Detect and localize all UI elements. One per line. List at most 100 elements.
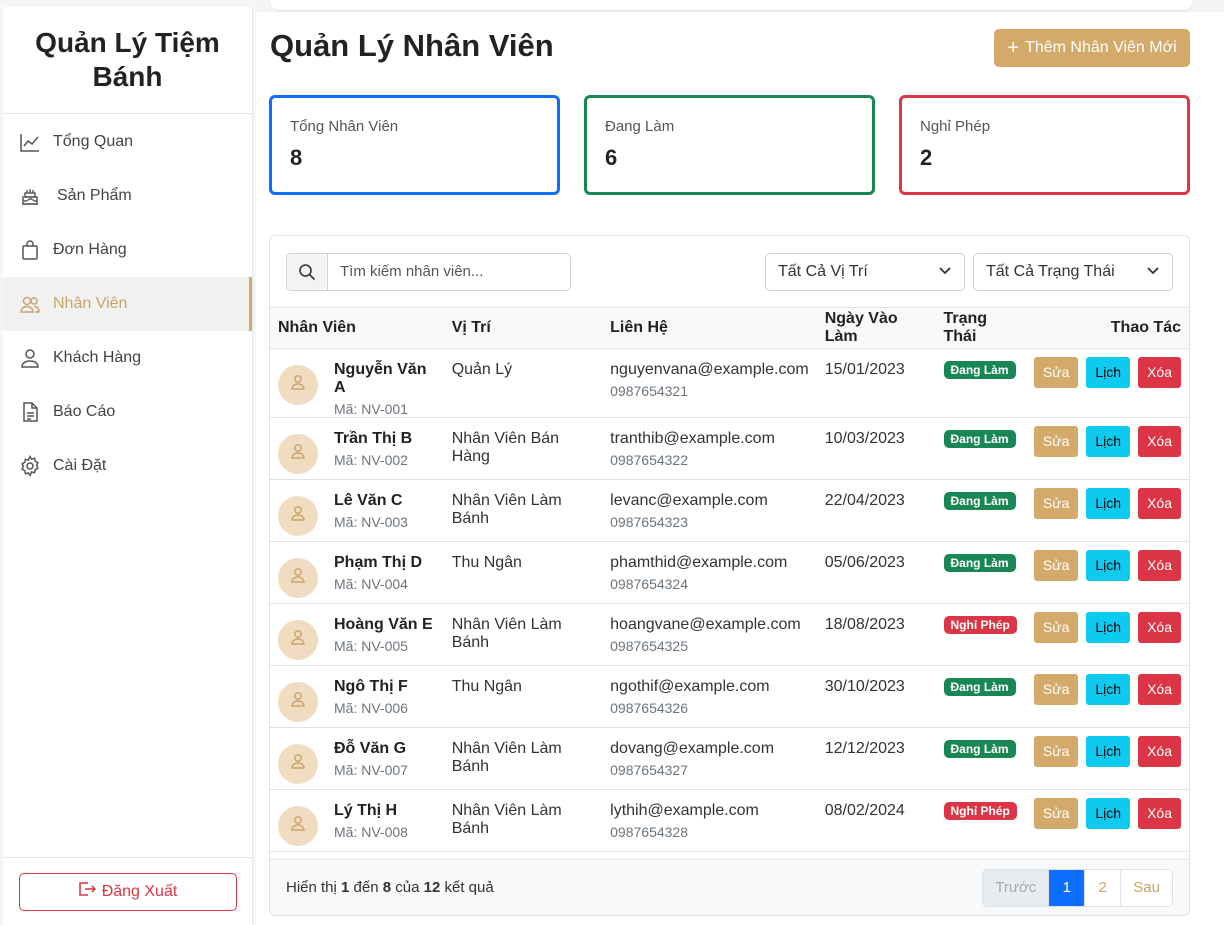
employee-text: Đỗ Văn G Mã: NV-007 <box>334 740 408 778</box>
summary-to-word: đến <box>353 879 379 896</box>
cell-employee: Phạm Thị D Mã: NV-004 <box>270 541 444 604</box>
stat-value: 2 <box>920 145 933 170</box>
document-icon <box>19 401 41 423</box>
select-value: Tất Cả Vị Trí <box>778 262 868 280</box>
schedule-button[interactable]: Lịch <box>1086 797 1131 829</box>
employee-code: Mã: NV-008 <box>334 823 408 840</box>
pager-page-1[interactable]: 1 <box>1049 869 1086 906</box>
status-filter-select[interactable]: Tất Cả Trạng Thái <box>973 252 1173 291</box>
cell-position: Nhân Viên Làm Bánh <box>443 479 603 542</box>
status-badge: Đang Làm <box>943 553 1016 572</box>
cell-start-date: 15/01/2023 <box>816 348 936 418</box>
sidebar-item-settings[interactable]: Cài Đặt <box>3 439 252 493</box>
top-bar <box>270 0 1192 10</box>
employee-code: Mã: NV-005 <box>334 637 408 654</box>
user-icon <box>289 814 307 837</box>
delete-button[interactable]: Xóa <box>1138 735 1181 767</box>
schedule-button[interactable]: Lịch <box>1086 611 1131 643</box>
pager-next[interactable]: Sau <box>1121 869 1172 906</box>
add-employee-button[interactable]: + Thêm Nhân Viên Mới <box>994 29 1190 67</box>
cell-contact: ngothif@example.com 0987654326 <box>602 665 817 728</box>
employee-email: phamthid@example.com <box>610 553 788 571</box>
col-status: Trạng Thái <box>935 308 1026 349</box>
result-summary: Hiển thị 1 đến 8 của 12 kết quả <box>286 879 494 896</box>
status-badge: Đang Làm <box>943 491 1016 510</box>
cell-employee: Lý Thị H Mã: NV-008 <box>270 789 444 852</box>
col-contact: Liên Hệ <box>602 308 817 349</box>
cell-employee: Lê Văn C Mã: NV-003 <box>270 479 444 542</box>
employee-phone: 0987654322 <box>610 451 689 468</box>
edit-button[interactable]: Sửa <box>1033 487 1079 519</box>
row-actions: Sửa Lịch Xóa <box>1033 797 1181 829</box>
edit-button[interactable]: Sửa <box>1033 356 1079 388</box>
delete-button[interactable]: Xóa <box>1138 487 1181 519</box>
schedule-button[interactable]: Lịch <box>1086 735 1131 767</box>
delete-button[interactable]: Xóa <box>1138 797 1181 829</box>
table-header-row: Nhân Viên Vị Trí Liên Hệ Ngày Vào Làm Tr… <box>270 308 1189 349</box>
edit-button[interactable]: Sửa <box>1033 425 1079 457</box>
sidebar-item-orders[interactable]: Đơn Hàng <box>3 223 252 277</box>
sidebar: Quản Lý Tiệm Bánh Tổng Quan Sản Phẩm Đơn… <box>3 7 253 925</box>
table-row: Ngô Thị F Mã: NV-006 Thu Ngân ngothif@ex… <box>270 665 1189 728</box>
employee-info: Ngô Thị F Mã: NV-006 <box>278 678 436 722</box>
add-employee-label: Thêm Nhân Viên Mới <box>1025 39 1177 56</box>
schedule-button[interactable]: Lịch <box>1086 673 1131 705</box>
delete-button[interactable]: Xóa <box>1138 611 1181 643</box>
page-title: Quản Lý Nhân Viên <box>270 28 554 63</box>
select-value: Tất Cả Trạng Thái <box>986 262 1115 280</box>
sidebar-item-label: Cài Đặt <box>53 457 107 474</box>
cell-actions: Sửa Lịch Xóa <box>1025 665 1189 728</box>
status-badge: Đang Làm <box>943 677 1016 696</box>
sidebar-item-employees[interactable]: Nhân Viên <box>3 277 252 331</box>
sidebar-item-products[interactable]: Sản Phẩm <box>3 169 252 223</box>
sidebar-item-overview[interactable]: Tổng Quan <box>3 115 252 169</box>
edit-button[interactable]: Sửa <box>1033 797 1079 829</box>
logout-label: Đăng Xuất <box>101 882 178 900</box>
cell-actions: Sửa Lịch Xóa <box>1025 417 1189 480</box>
pagination: Trước 1 2 Sau <box>982 868 1173 907</box>
sidebar-item-label: Tổng Quan <box>53 133 134 150</box>
edit-button[interactable]: Sửa <box>1033 611 1079 643</box>
employee-email: lythih@example.com <box>610 801 759 819</box>
employee-table-card: Tất Cả Vị Trí Tất Cả Trạng Thái Nhân Viê… <box>269 235 1190 916</box>
stat-card-total: Tổng Nhân Viên 8 <box>269 95 560 195</box>
edit-button[interactable]: Sửa <box>1033 673 1079 705</box>
employee-name: Phạm Thị D <box>334 553 423 571</box>
edit-button[interactable]: Sửa <box>1033 549 1079 581</box>
users-icon <box>19 293 41 315</box>
search-input[interactable] <box>328 253 570 290</box>
schedule-button[interactable]: Lịch <box>1086 425 1131 457</box>
schedule-button[interactable]: Lịch <box>1086 487 1131 519</box>
cell-status: Đang Làm <box>935 348 1026 418</box>
cell-status: Đang Làm <box>935 479 1026 542</box>
employee-email: tranthib@example.com <box>610 429 775 447</box>
employee-table: Nhân Viên Vị Trí Liên Hệ Ngày Vào Làm Tr… <box>270 308 1189 852</box>
pager-prev[interactable]: Trước <box>983 869 1050 906</box>
user-icon <box>289 442 307 465</box>
schedule-button[interactable]: Lịch <box>1086 549 1131 581</box>
status-badge: Nghỉ Phép <box>943 615 1017 634</box>
delete-button[interactable]: Xóa <box>1138 673 1181 705</box>
cell-contact: phamthid@example.com 0987654324 <box>602 541 817 604</box>
position-filter-select[interactable]: Tất Cả Vị Trí <box>765 252 965 291</box>
delete-button[interactable]: Xóa <box>1138 425 1181 457</box>
cell-employee: Đỗ Văn G Mã: NV-007 <box>270 727 444 790</box>
delete-button[interactable]: Xóa <box>1138 549 1181 581</box>
sidebar-item-reports[interactable]: Báo Cáo <box>3 385 252 439</box>
stat-value: 8 <box>290 145 303 170</box>
status-badge: Đang Làm <box>943 739 1016 758</box>
employee-code: Mã: NV-004 <box>334 575 408 592</box>
sidebar-item-customers[interactable]: Khách Hàng <box>3 331 252 385</box>
cell-contact: tranthib@example.com 0987654322 <box>602 417 817 480</box>
cell-status: Nghỉ Phép <box>935 789 1026 852</box>
avatar <box>278 619 318 660</box>
pager-page-2[interactable]: 2 <box>1085 869 1122 906</box>
schedule-button[interactable]: Lịch <box>1086 356 1131 388</box>
edit-button[interactable]: Sửa <box>1033 735 1079 767</box>
cell-start-date: 10/03/2023 <box>816 417 936 480</box>
logout-button[interactable]: Đăng Xuất <box>18 872 237 911</box>
avatar <box>278 681 318 722</box>
table-body: Nguyễn Văn A Mã: NV-001 Quản Lý nguyenva… <box>270 348 1189 852</box>
delete-button[interactable]: Xóa <box>1138 356 1181 388</box>
employee-info: Hoàng Văn E Mã: NV-005 <box>278 616 436 660</box>
